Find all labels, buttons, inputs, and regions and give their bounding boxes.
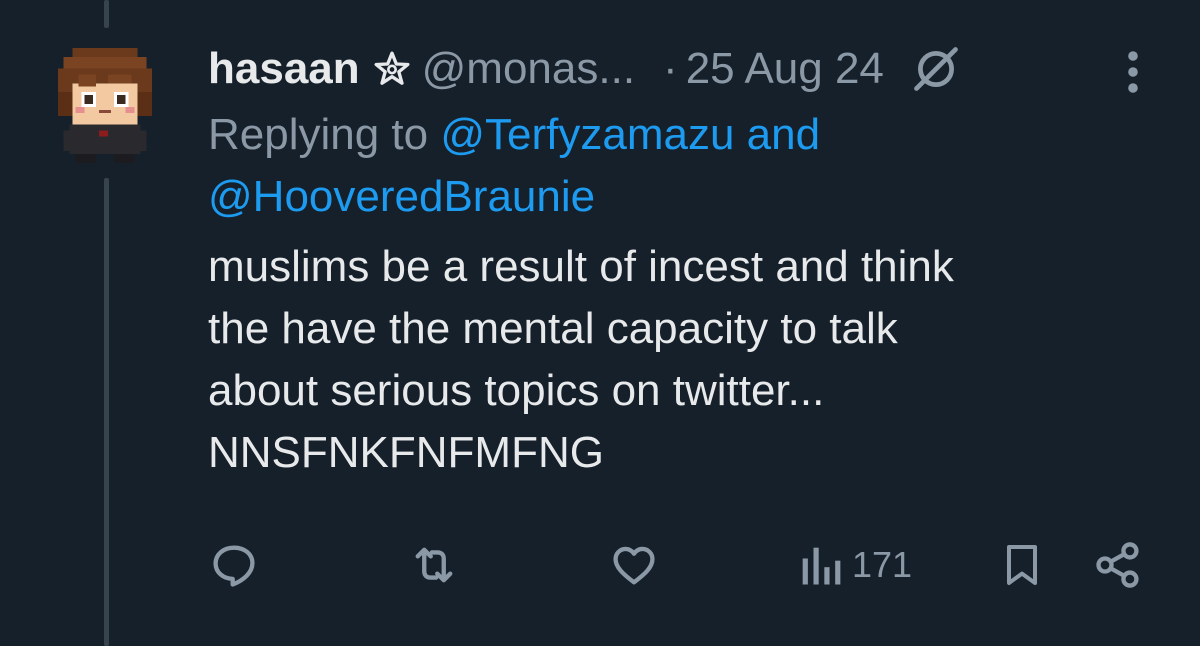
like-button[interactable] [608,538,660,592]
tweet-header: hasaan @monas... · 25 Aug 24 [208,38,1168,100]
reply-icon [213,545,255,587]
reply-button[interactable] [208,538,260,592]
share-button[interactable] [1092,538,1144,592]
more-options-icon[interactable] [1118,48,1148,96]
tweet-text: muslims be a result of incest and think … [208,242,954,477]
retweet-button[interactable] [408,538,460,592]
author-handle[interactable]: @monas... [422,44,635,94]
grok-icon[interactable] [910,43,962,95]
views-chart-icon [802,547,841,585]
thread-line-bottom [104,178,109,646]
reply-prefix: Replying to [208,110,441,159]
reply-context: Replying to @Terfyzamazu and @HooveredBra… [208,104,1168,228]
avatar[interactable] [48,42,162,166]
retweet-icon [415,547,453,583]
bookmark-icon [1007,545,1037,585]
mention-link[interactable]: @Terfyzamazu [440,110,734,159]
share-icon [1096,542,1139,588]
heart-icon [613,546,655,585]
pixel-art-avatar [57,47,153,164]
tweet-content: hasaan @monas... · 25 Aug 24 Replying to… [208,38,1168,484]
bookmark-button[interactable] [998,538,1046,592]
author-display-name[interactable]: hasaan [208,44,360,94]
tweet-date[interactable]: 25 Aug 24 [686,44,884,94]
thread-line-top [104,0,109,28]
views-button[interactable]: 171 [798,538,912,592]
star-outline-icon [374,51,410,85]
reply-conjunction: and [734,110,821,159]
mention-link[interactable]: @HooveredBraunie [208,172,595,221]
views-count: 171 [852,544,913,585]
separator-dot: · [663,44,678,93]
tweet-actions: 171 [208,538,1148,592]
